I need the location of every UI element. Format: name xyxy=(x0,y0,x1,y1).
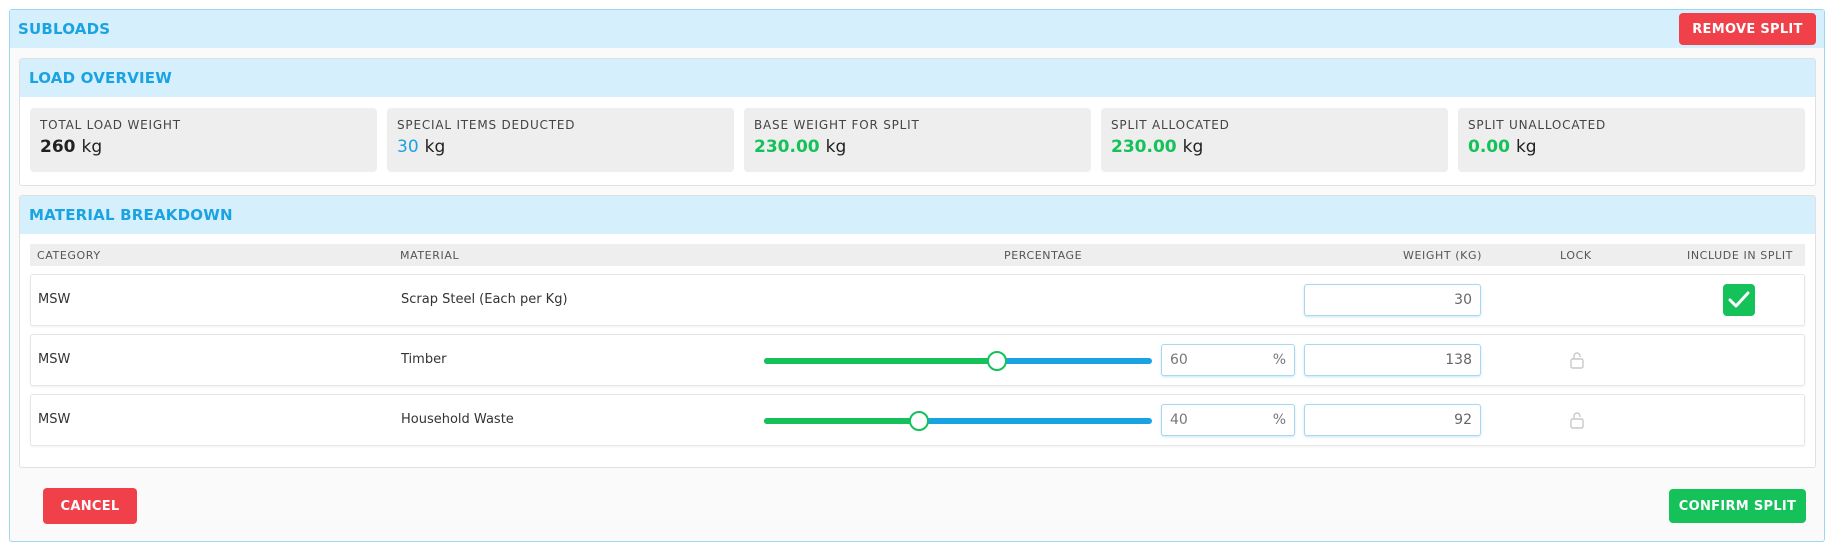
row-material: Household Waste xyxy=(401,412,514,427)
load-overview-panel: LOAD OVERVIEW TOTAL LOAD WEIGHT 260 kg SP… xyxy=(19,58,1816,186)
slider-fill xyxy=(764,358,997,364)
weight-value: 92 xyxy=(1454,412,1472,428)
column-lock: LOCK xyxy=(1560,249,1592,262)
percentage-value: 40 xyxy=(1170,412,1188,428)
base-weight-value: 230.00 xyxy=(754,137,820,157)
card-value: 260 kg xyxy=(40,137,367,157)
split-unallocated-value: 0.00 xyxy=(1468,137,1510,157)
weight-value: 138 xyxy=(1445,352,1472,368)
subloads-title: SUBLOADS xyxy=(18,20,111,38)
subloads-panel: SUBLOADS REMOVE SPLIT LOAD OVERVIEW TOTA… xyxy=(9,9,1825,542)
percentage-slider[interactable] xyxy=(764,411,1152,431)
column-category: CATEGORY xyxy=(37,249,101,262)
overview-cards: TOTAL LOAD WEIGHT 260 kg SPECIAL ITEMS DE… xyxy=(20,97,1815,172)
material-breakdown-title: MATERIAL BREAKDOWN xyxy=(29,206,233,224)
card-label: TOTAL LOAD WEIGHT xyxy=(40,118,181,132)
cancel-button[interactable]: CANCEL xyxy=(43,488,137,524)
table-row: MSW Timber 60 % 138 xyxy=(30,334,1805,386)
row-material: Scrap Steel (Each per Kg) xyxy=(401,292,568,307)
subloads-header: SUBLOADS REMOVE SPLIT xyxy=(10,10,1824,48)
percent-sign: % xyxy=(1272,412,1286,428)
unlock-icon[interactable] xyxy=(1569,351,1585,369)
weight-value: 30 xyxy=(1454,292,1472,308)
percentage-input[interactable]: 60 % xyxy=(1161,344,1295,376)
weight-input[interactable]: 92 xyxy=(1304,404,1481,436)
card-value: 0.00 kg xyxy=(1468,137,1795,157)
base-weight-card: BASE WEIGHT FOR SPLIT 230.00 kg xyxy=(744,108,1091,172)
total-load-weight-value: 260 xyxy=(40,137,76,157)
column-material: MATERIAL xyxy=(400,249,460,262)
card-value: 230.00 kg xyxy=(754,137,1081,157)
row-material: Timber xyxy=(401,352,447,367)
percentage-value: 60 xyxy=(1170,352,1188,368)
card-value: 30 kg xyxy=(397,137,724,157)
row-category: MSW xyxy=(38,352,71,367)
card-label: SPECIAL ITEMS DEDUCTED xyxy=(397,118,576,132)
table-row: MSW Scrap Steel (Each per Kg) 30 xyxy=(30,274,1805,326)
slider-handle[interactable] xyxy=(909,411,930,431)
special-items-deducted-value: 30 xyxy=(397,137,419,157)
card-label: BASE WEIGHT FOR SPLIT xyxy=(754,118,920,132)
card-label: SPLIT UNALLOCATED xyxy=(1468,118,1606,132)
table-row: MSW Household Waste 40 % 92 xyxy=(30,394,1805,446)
unit-label: kg xyxy=(1182,137,1204,157)
confirm-split-button[interactable]: CONFIRM SPLIT xyxy=(1669,489,1806,523)
form-footer: CANCEL CONFIRM SPLIT xyxy=(19,476,1816,536)
card-label: SPLIT ALLOCATED xyxy=(1111,118,1230,132)
unit-label: kg xyxy=(825,137,847,157)
column-include: INCLUDE IN SPLIT xyxy=(1687,249,1793,262)
split-allocated-card: SPLIT ALLOCATED 230.00 kg xyxy=(1101,108,1448,172)
percentage-input[interactable]: 40 % xyxy=(1161,404,1295,436)
table-header: CATEGORY MATERIAL PERCENTAGE WEIGHT (KG)… xyxy=(30,244,1805,266)
unit-label: kg xyxy=(81,137,103,157)
row-category: MSW xyxy=(38,292,71,307)
split-unallocated-card: SPLIT UNALLOCATED 0.00 kg xyxy=(1458,108,1805,172)
material-table: CATEGORY MATERIAL PERCENTAGE WEIGHT (KG)… xyxy=(20,234,1815,446)
total-load-weight-card: TOTAL LOAD WEIGHT 260 kg xyxy=(30,108,377,172)
special-items-deducted-card: SPECIAL ITEMS DEDUCTED 30 kg xyxy=(387,108,734,172)
slider-handle[interactable] xyxy=(986,351,1007,371)
unit-label: kg xyxy=(424,137,446,157)
column-weight: WEIGHT (KG) xyxy=(1403,249,1483,262)
weight-input[interactable]: 30 xyxy=(1304,284,1481,316)
unit-label: kg xyxy=(1515,137,1537,157)
include-in-split-checkbox[interactable] xyxy=(1723,284,1755,316)
load-overview-title: LOAD OVERVIEW xyxy=(29,69,172,87)
remove-split-button[interactable]: REMOVE SPLIT xyxy=(1679,13,1816,45)
checkmark-icon xyxy=(1728,291,1750,308)
percent-sign: % xyxy=(1272,352,1286,368)
split-allocated-value: 230.00 xyxy=(1111,137,1177,157)
column-percentage: PERCENTAGE xyxy=(1004,249,1083,262)
material-breakdown-header: MATERIAL BREAKDOWN xyxy=(20,196,1815,234)
unlock-icon[interactable] xyxy=(1569,411,1585,429)
row-category: MSW xyxy=(38,412,71,427)
card-value: 230.00 kg xyxy=(1111,137,1438,157)
slider-fill xyxy=(764,418,920,424)
load-overview-header: LOAD OVERVIEW xyxy=(20,59,1815,97)
weight-input[interactable]: 138 xyxy=(1304,344,1481,376)
percentage-slider[interactable] xyxy=(764,351,1152,371)
material-breakdown-panel: MATERIAL BREAKDOWN CATEGORY MATERIAL PER… xyxy=(19,195,1816,468)
